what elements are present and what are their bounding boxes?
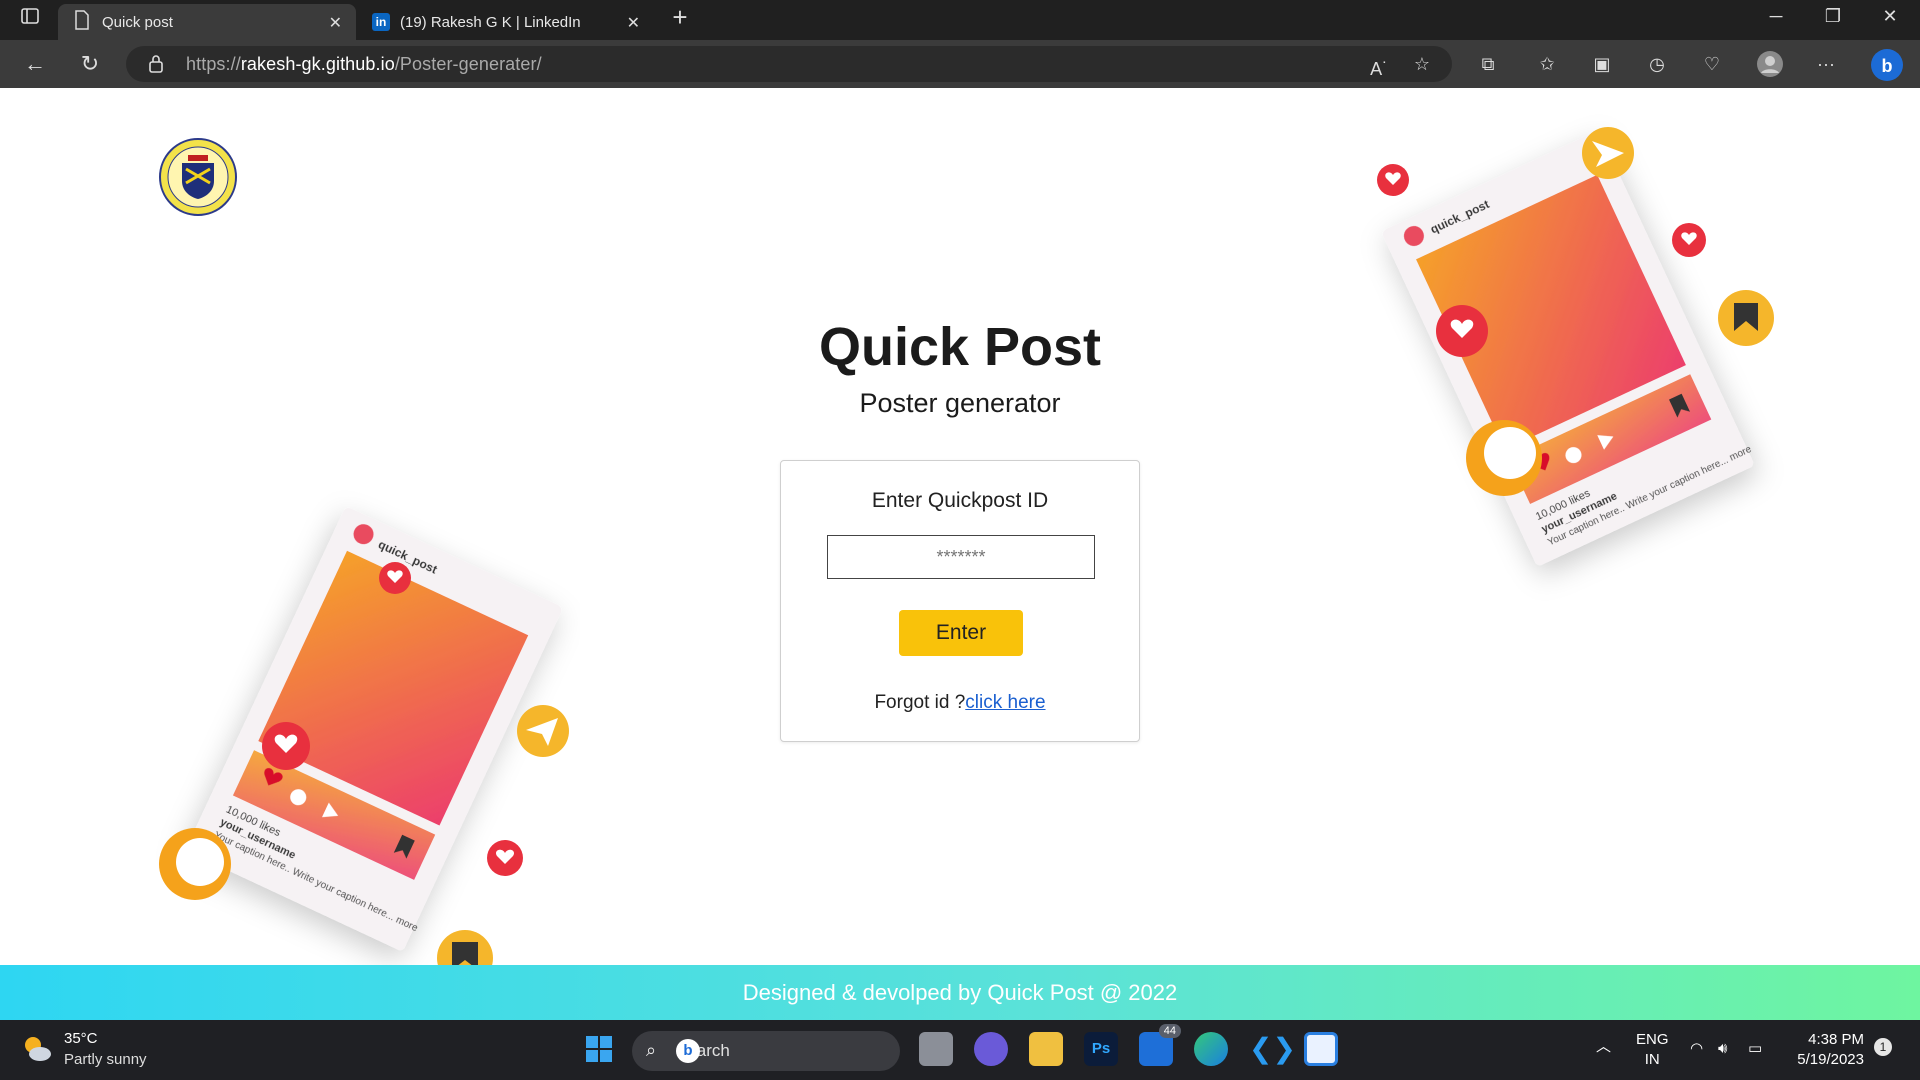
more-menu-icon[interactable]: ···: [1812, 50, 1840, 78]
tab-label: (19) Rakesh G K | LinkedIn: [400, 13, 581, 31]
history-icon[interactable]: ◷: [1643, 50, 1671, 78]
page-icon: [74, 10, 90, 34]
volume-icon[interactable]: 🔊︎: [1718, 1039, 1727, 1059]
restore-button[interactable]: ❐: [1813, 6, 1853, 27]
url-host: rakesh-gk.github.io: [240, 54, 395, 74]
enter-button[interactable]: Enter: [899, 610, 1023, 656]
forgot-text: Forgot id ?: [874, 692, 966, 713]
search-icon: ⌕: [646, 1040, 657, 1060]
read-aloud-icon[interactable]: Aᐧ: [1364, 50, 1392, 79]
back-button[interactable]: ←: [20, 50, 50, 78]
send-bubble-icon: [1582, 127, 1634, 179]
bing-copilot-icon[interactable]: b: [1870, 48, 1904, 82]
form-heading: Enter Quickpost ID: [871, 489, 1049, 512]
lang-text: ENG: [1636, 1031, 1669, 1048]
profile-avatar-icon[interactable]: [1756, 50, 1784, 78]
new-tab-button[interactable]: +: [660, 2, 700, 33]
page-title: Quick Post: [818, 317, 1102, 377]
page-footer: Designed & devolped by Quick Post @ 2022: [0, 965, 1920, 1020]
login-card: Enter Quickpost ID Enter Forgot id ?clic…: [780, 460, 1140, 742]
minimize-button[interactable]: ─: [1756, 6, 1796, 27]
close-icon[interactable]: ✕: [627, 13, 640, 33]
url-path: /Poster-generater/: [394, 54, 542, 74]
region-text: IN: [1644, 1051, 1660, 1068]
start-menu-icon[interactable]: [582, 1032, 616, 1066]
lock-icon: [148, 54, 164, 79]
close-icon[interactable]: ✕: [329, 13, 342, 33]
collections-icon[interactable]: ▣: [1588, 50, 1616, 78]
url-field[interactable]: https://rakesh-gk.github.io/Poster-gener…: [126, 46, 1452, 82]
teams-chat-icon[interactable]: [974, 1032, 1008, 1066]
forgot-id-row: Forgot id ?click here: [781, 692, 1139, 714]
comment-bubble-icon: [1466, 420, 1542, 496]
edge-browser-icon[interactable]: [1194, 1032, 1228, 1066]
comment-bubble-icon: [159, 828, 231, 900]
tab-label: Quick post: [102, 13, 173, 31]
college-logo: [158, 137, 238, 222]
notification-badge[interactable]: 1: [1874, 1038, 1892, 1056]
battery-icon[interactable]: ▭: [1748, 1039, 1762, 1059]
add-favorite-icon[interactable]: ☆: [1408, 50, 1436, 78]
weather-temp: 35°C: [64, 1030, 98, 1047]
extensions-icon[interactable]: ⧉: [1474, 50, 1502, 78]
favorites-icon[interactable]: ✩: [1533, 50, 1561, 78]
page-content: quick_post 10,000 likes your_username Yo…: [0, 88, 1920, 1020]
page-subtitle: Poster generator: [859, 388, 1061, 418]
weather-icon[interactable]: [20, 1032, 54, 1071]
tab-linkedin[interactable]: in (19) Rakesh G K | LinkedIn ✕: [356, 4, 654, 40]
performance-icon[interactable]: ♡: [1698, 50, 1726, 78]
date-text: 5/19/2023: [1797, 1051, 1864, 1068]
url-text: https://rakesh-gk.github.io/Poster-gener…: [186, 54, 542, 75]
tab-quick-post[interactable]: Quick post ✕: [58, 4, 356, 40]
footer-text: Designed & devolped by Quick Post @ 2022: [742, 980, 1178, 1005]
quickpost-id-input[interactable]: [827, 535, 1095, 579]
refresh-button[interactable]: ↻: [75, 50, 105, 78]
wifi-icon[interactable]: ◠: [1690, 1039, 1703, 1059]
clock[interactable]: 4:38 PM 5/19/2023: [1790, 1030, 1864, 1070]
weather-desc: Partly sunny: [64, 1051, 147, 1068]
svg-text:b: b: [1882, 56, 1893, 76]
forgot-link[interactable]: click here: [965, 692, 1045, 713]
photoshop-icon[interactable]: Ps: [1084, 1032, 1118, 1066]
file-explorer-icon[interactable]: [1029, 1032, 1063, 1066]
illustration-left: quick_post 10,000 likes your_username Yo…: [140, 468, 580, 998]
mail-icon[interactable]: 44: [1139, 1024, 1181, 1066]
address-bar-row: ← ↻ https://rakesh-gk.github.io/Poster-g…: [0, 40, 1920, 88]
close-window-button[interactable]: ✕: [1870, 6, 1910, 27]
tab-actions-icon[interactable]: [10, 6, 50, 31]
time-text: 4:38 PM: [1808, 1031, 1864, 1048]
bing-icon: b: [676, 1039, 700, 1063]
send-bubble-icon: [517, 705, 569, 757]
linkedin-icon: in: [372, 13, 390, 31]
language-indicator[interactable]: ENG IN: [1636, 1030, 1669, 1070]
url-prefix: https://: [186, 54, 241, 74]
taskbar-search[interactable]: ⌕ Search b: [632, 1031, 900, 1071]
app-window-icon[interactable]: [1304, 1032, 1338, 1066]
mail-badge: 44: [1158, 1024, 1181, 1038]
task-view-icon[interactable]: [919, 1032, 953, 1066]
windows-taskbar: 35°C Partly sunny ⌕ Search b Ps 44 ❮❯ ︿ …: [0, 1020, 1920, 1080]
vscode-icon[interactable]: ❮❯: [1249, 1032, 1296, 1066]
show-hidden-icons[interactable]: ︿: [1596, 1037, 1611, 1057]
browser-tab-bar: Quick post ✕ in (19) Rakesh G K | Linked…: [0, 0, 1920, 40]
